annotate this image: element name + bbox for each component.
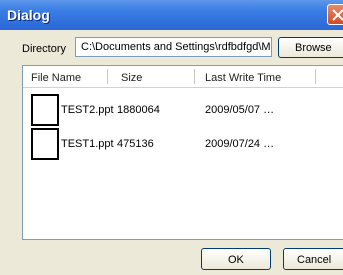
column-divider[interactable] (194, 69, 195, 84)
file-time: 2009/05/07 … (205, 104, 275, 116)
browse-button-label: Browse (295, 42, 332, 54)
column-divider[interactable] (107, 69, 108, 84)
file-size: 1880064 (117, 104, 160, 116)
dialog-window: Dialog Directory C:\Documents and Settin… (0, 0, 343, 275)
cancel-button[interactable]: Cancel (283, 248, 343, 270)
directory-label: Directory (22, 43, 67, 55)
list-item[interactable]: TEST1.ppt 475136 2009/07/24 … (23, 128, 343, 162)
cancel-button-label: Cancel (297, 254, 332, 266)
ok-button-label: OK (228, 254, 244, 266)
file-list[interactable]: File Name Size Last Write Time TEST2.ppt… (22, 65, 343, 240)
list-item[interactable]: TEST2.ppt 1880064 2009/05/07 … (23, 94, 343, 128)
close-icon (332, 9, 343, 21)
title-bar[interactable]: Dialog (0, 0, 343, 30)
column-header-size[interactable]: Size (121, 72, 142, 84)
file-icon (31, 128, 59, 160)
column-header-file-name[interactable]: File Name (31, 72, 81, 84)
directory-field[interactable]: C:\Documents and Settings\rdfbdfgd\M (75, 37, 272, 57)
window-title: Dialog (7, 7, 50, 23)
file-name: TEST1.ppt (61, 138, 114, 150)
file-icon (31, 94, 59, 126)
browse-button[interactable]: Browse (278, 37, 343, 58)
ok-button[interactable]: OK (201, 248, 271, 270)
list-header: File Name Size Last Write Time (23, 66, 343, 88)
file-time: 2009/07/24 … (205, 138, 275, 150)
file-name: TEST2.ppt (61, 104, 114, 116)
file-size: 475136 (117, 138, 154, 150)
dialog-body: Directory C:\Documents and Settings\rdfb… (0, 30, 343, 275)
close-button[interactable] (327, 4, 343, 25)
column-header-last-write-time[interactable]: Last Write Time (205, 72, 281, 84)
column-divider[interactable] (315, 69, 316, 84)
